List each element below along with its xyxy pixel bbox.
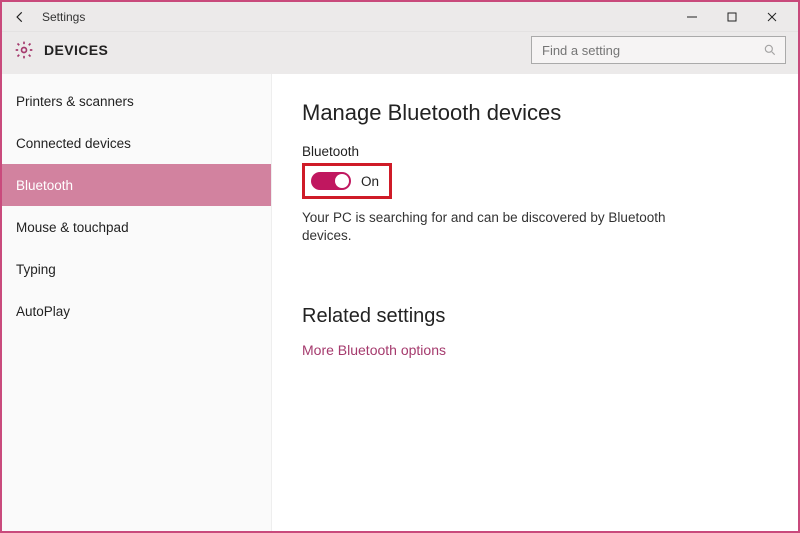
sidebar-item-connected-devices[interactable]: Connected devices bbox=[2, 122, 271, 164]
minimize-icon bbox=[687, 12, 697, 22]
titlebar: Settings bbox=[2, 2, 798, 32]
sidebar-item-label: Mouse & touchpad bbox=[16, 220, 129, 235]
close-icon bbox=[767, 12, 777, 22]
highlight-annotation: On bbox=[302, 163, 392, 199]
sidebar: Printers & scanners Connected devices Bl… bbox=[2, 74, 272, 531]
back-button[interactable] bbox=[8, 5, 32, 29]
search-icon bbox=[763, 43, 777, 57]
section-title: DEVICES bbox=[44, 42, 108, 58]
maximize-icon bbox=[727, 12, 737, 22]
bluetooth-toggle[interactable] bbox=[311, 172, 351, 190]
bluetooth-status-text: Your PC is searching for and can be disc… bbox=[302, 209, 682, 245]
arrow-left-icon bbox=[13, 10, 27, 24]
sidebar-item-label: Printers & scanners bbox=[16, 94, 134, 109]
content: Manage Bluetooth devices Bluetooth On Yo… bbox=[272, 74, 798, 531]
window-controls bbox=[672, 4, 792, 30]
sidebar-item-label: Typing bbox=[16, 262, 56, 277]
settings-window: Settings DEVICES Printers & scanners C bbox=[0, 0, 800, 533]
sidebar-item-bluetooth[interactable]: Bluetooth bbox=[2, 164, 271, 206]
bluetooth-toggle-label: Bluetooth bbox=[302, 144, 768, 159]
sidebar-item-mouse-touchpad[interactable]: Mouse & touchpad bbox=[2, 206, 271, 248]
body: Printers & scanners Connected devices Bl… bbox=[2, 74, 798, 531]
sidebar-item-label: Bluetooth bbox=[16, 178, 73, 193]
sidebar-item-label: AutoPlay bbox=[16, 304, 70, 319]
gear-icon bbox=[14, 40, 34, 60]
toggle-knob bbox=[335, 174, 349, 188]
close-button[interactable] bbox=[752, 4, 792, 30]
page-heading: Manage Bluetooth devices bbox=[302, 100, 768, 126]
related-settings-heading: Related settings bbox=[302, 305, 768, 328]
sidebar-item-autoplay[interactable]: AutoPlay bbox=[2, 290, 271, 332]
search-box[interactable] bbox=[531, 36, 786, 64]
sidebar-item-typing[interactable]: Typing bbox=[2, 248, 271, 290]
sidebar-item-printers-scanners[interactable]: Printers & scanners bbox=[2, 80, 271, 122]
sidebar-item-label: Connected devices bbox=[16, 136, 131, 151]
search-input[interactable] bbox=[540, 42, 763, 59]
maximize-button[interactable] bbox=[712, 4, 752, 30]
header: DEVICES bbox=[2, 32, 798, 74]
bluetooth-toggle-state: On bbox=[361, 174, 379, 189]
minimize-button[interactable] bbox=[672, 4, 712, 30]
app-title: Settings bbox=[42, 10, 85, 24]
more-bluetooth-options-link[interactable]: More Bluetooth options bbox=[302, 342, 768, 358]
